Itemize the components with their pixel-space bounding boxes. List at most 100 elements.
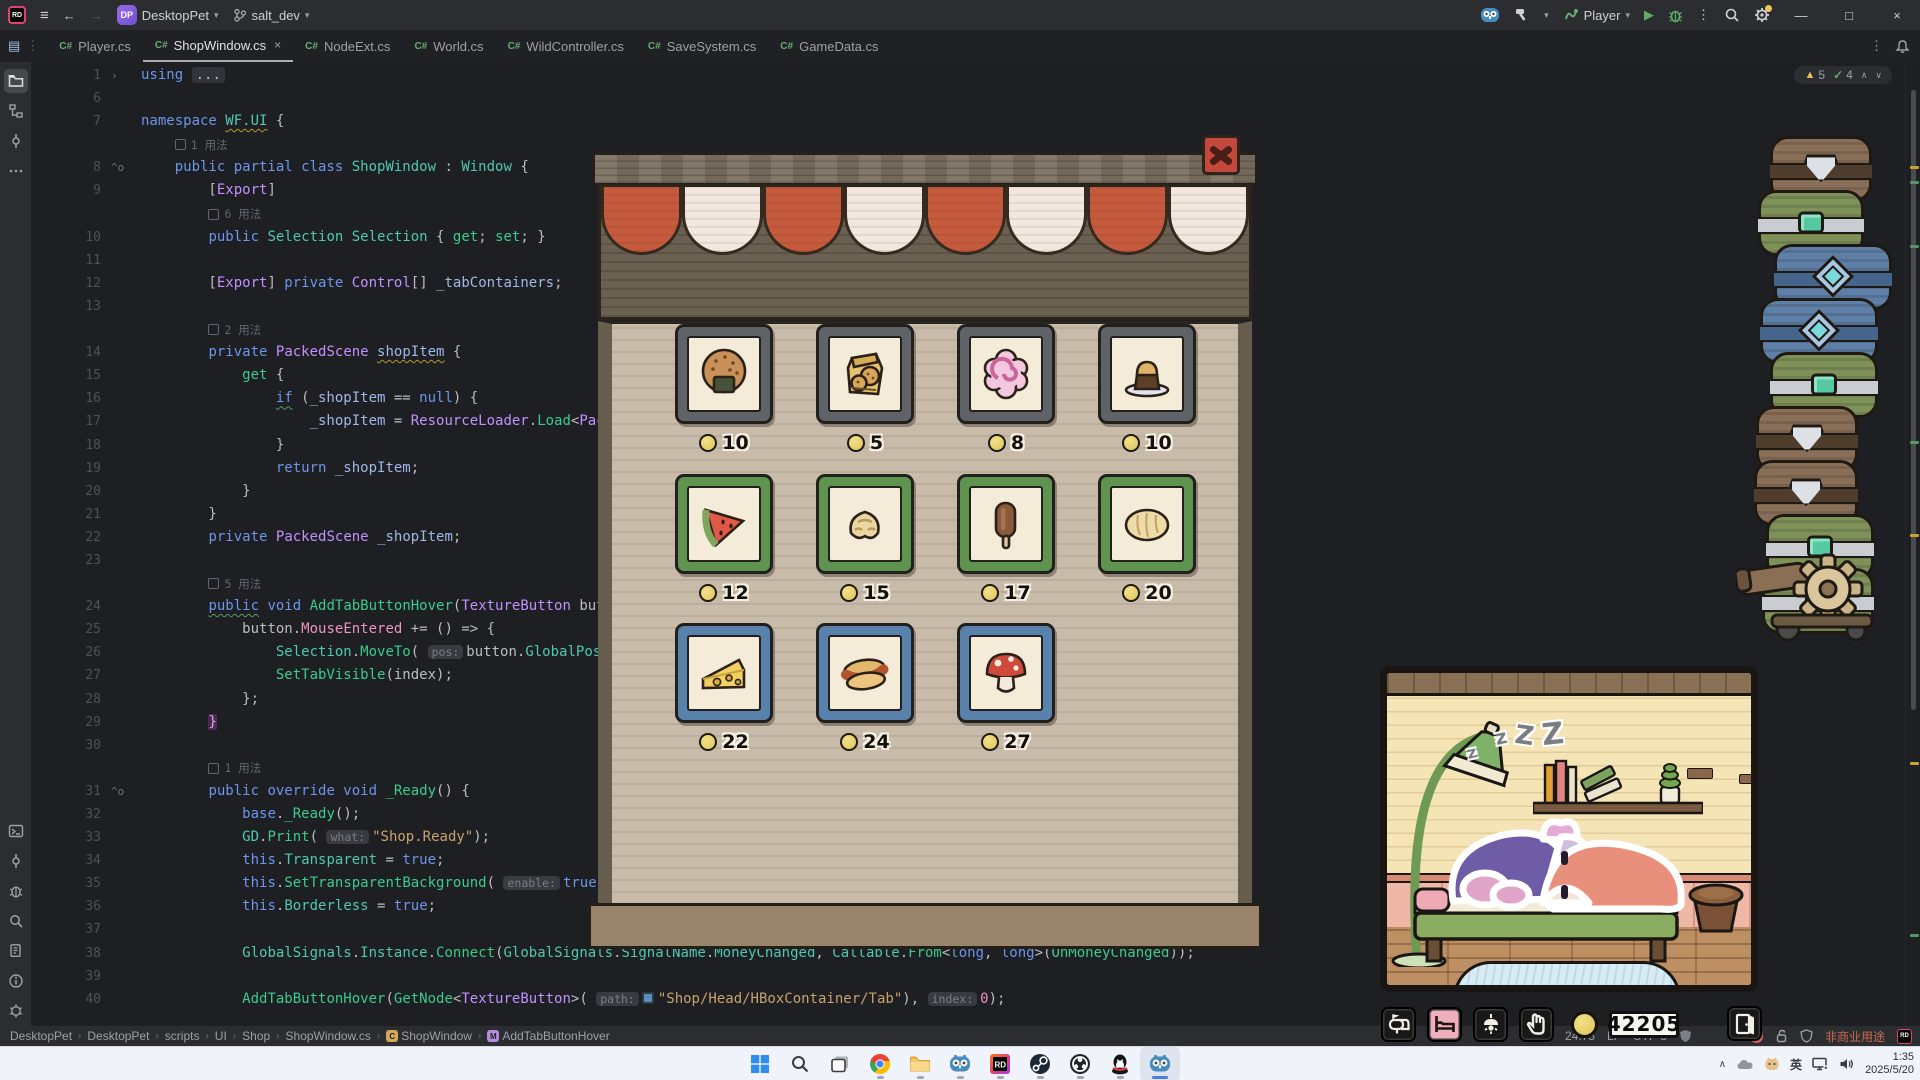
inspection-tick[interactable]: [1910, 762, 1919, 765]
editor-tab-wildcontroller-cs[interactable]: C# WildController.cs: [496, 30, 636, 62]
breadcrumb-item[interactable]: scripts: [165, 1029, 200, 1043]
branch-icon[interactable]: [4, 849, 28, 873]
structure-icon[interactable]: [4, 99, 28, 123]
cloud-icon[interactable]: [1736, 1057, 1754, 1071]
shop-item-mushroom[interactable]: [957, 623, 1055, 723]
close-icon[interactable]: ×: [1880, 0, 1914, 30]
shop-item-pudding[interactable]: [1098, 324, 1196, 424]
license-label[interactable]: 非商业用途: [1825, 1028, 1885, 1045]
breadcrumb-item[interactable]: C ShopWindow: [386, 1029, 472, 1043]
project-selector[interactable]: DP DesktopPet ▾: [116, 5, 219, 25]
commit-icon[interactable]: [4, 129, 28, 153]
editor-tab-shopwindow-cs[interactable]: C# ShopWindow.cs ×: [142, 30, 294, 62]
breadcrumb-item[interactable]: DesktopPet: [10, 1029, 72, 1043]
override-marker-icon[interactable]: ^o: [111, 156, 141, 179]
more-icon[interactable]: ⋮: [1870, 38, 1883, 54]
shop-close-button[interactable]: [1202, 135, 1240, 175]
settings-gear-icon[interactable]: [1754, 5, 1772, 23]
taskbar-game-active-icon[interactable]: [1140, 1047, 1180, 1080]
taskbar-start-icon[interactable]: [740, 1047, 780, 1080]
taskbar-steam-icon[interactable]: [1020, 1047, 1060, 1080]
gear-cannon-device[interactable]: [1736, 545, 1886, 645]
taskbar-obs-icon[interactable]: [1060, 1047, 1100, 1080]
branch-selector[interactable]: salt_dev ▾: [233, 8, 309, 23]
shop-item-candy-swirl[interactable]: [957, 324, 1055, 424]
editor-tab-nodeext-cs[interactable]: C# NodeExt.cs: [293, 30, 402, 62]
fold-chevron-icon[interactable]: ›: [111, 64, 141, 87]
taskbar-chrome-icon[interactable]: [860, 1047, 900, 1080]
inspection-tick[interactable]: [1910, 441, 1919, 444]
editor-tab-world-cs[interactable]: C# World.cs: [402, 30, 495, 62]
unlock-icon[interactable]: [1775, 1029, 1788, 1043]
taskbar-rider-icon[interactable]: RD: [980, 1047, 1020, 1080]
more-icon[interactable]: ⋮: [1697, 7, 1710, 23]
search-icon[interactable]: [4, 909, 28, 933]
breadcrumb[interactable]: DesktopPet › DesktopPet › scripts › UI › Shop › Sh…: [0, 1029, 1539, 1043]
notifications-bell-icon[interactable]: [1895, 39, 1910, 54]
settings-icon[interactable]: [4, 999, 28, 1023]
tab-close-icon[interactable]: ×: [274, 38, 281, 52]
maximize-icon[interactable]: □: [1832, 0, 1866, 30]
godot-engine-icon[interactable]: [1480, 5, 1500, 25]
chevron-down-icon[interactable]: ▾: [1544, 10, 1549, 21]
pet-tray-icon[interactable]: [1764, 1056, 1780, 1072]
inspection-tick[interactable]: [1910, 181, 1919, 184]
run-icon[interactable]: ▶: [1644, 7, 1654, 23]
editor-tab-savesystem-cs[interactable]: C# SaveSystem.cs: [636, 30, 768, 62]
shield-outline-icon[interactable]: [1800, 1029, 1813, 1043]
prev-problem-icon[interactable]: ∧: [1861, 70, 1868, 81]
taskbar-search-icon[interactable]: [780, 1047, 820, 1080]
shop-item-watermelon[interactable]: [675, 474, 773, 574]
inspections-widget[interactable]: ▲ 5 ✓ 4 ∧ ∨: [1794, 66, 1892, 84]
game-toolbar-ceiling-lamp-button[interactable]: [1473, 1006, 1508, 1042]
editor-tab-gamedata-cs[interactable]: C# GameData.cs: [768, 30, 890, 62]
taskbar-explorer-icon[interactable]: [900, 1047, 940, 1080]
shop-item-rice-cracker[interactable]: [675, 324, 773, 424]
breadcrumb-item[interactable]: Shop: [242, 1029, 270, 1043]
breadcrumb-item[interactable]: ShopWindow.cs: [286, 1029, 371, 1043]
shop-item-bread[interactable]: [1098, 474, 1196, 574]
breadcrumb-item[interactable]: DesktopPet: [87, 1029, 149, 1043]
sleeping-pet-on-bed[interactable]: [1393, 793, 1703, 979]
main-menu-icon[interactable]: ≡: [40, 7, 49, 24]
inspection-tick[interactable]: [1910, 166, 1919, 169]
hidden-icons-chevron-icon[interactable]: ∧: [1719, 1059, 1726, 1070]
debug-icon[interactable]: [1668, 8, 1683, 23]
inspection-tick[interactable]: [1910, 245, 1919, 248]
terminal-icon[interactable]: [4, 819, 28, 843]
build-hammer-icon[interactable]: [1514, 7, 1530, 23]
search-icon[interactable]: [1724, 7, 1740, 23]
scrollbar-track[interactable]: [1905, 62, 1920, 1026]
more-icon[interactable]: [4, 159, 28, 183]
files-icon[interactable]: [4, 939, 28, 963]
breadcrumb-item[interactable]: UI: [215, 1029, 227, 1043]
project-tool-window-icon[interactable]: ▤: [8, 38, 20, 54]
override-marker-icon[interactable]: ^o: [111, 780, 141, 803]
taskbar-taskview-icon[interactable]: [820, 1047, 860, 1080]
run-config-selector[interactable]: Player ▾: [1563, 7, 1630, 23]
shop-item-cheese[interactable]: [675, 623, 773, 723]
inspection-tick[interactable]: [1910, 534, 1919, 537]
shop-item-popsicle[interactable]: [957, 474, 1055, 574]
game-toolbar-mailbox-button[interactable]: [1381, 1006, 1416, 1042]
folder-icon[interactable]: [3, 69, 28, 93]
next-problem-icon[interactable]: ∨: [1875, 70, 1882, 81]
taskbar-qq-icon[interactable]: [1100, 1047, 1140, 1080]
speaker-icon[interactable]: [1839, 1057, 1855, 1071]
shop-item-cookie-bag[interactable]: [816, 324, 914, 424]
door-button[interactable]: [1727, 1006, 1762, 1041]
back-arrow-icon[interactable]: ←: [63, 8, 76, 23]
game-toolbar-bed-button[interactable]: [1427, 1006, 1462, 1042]
shop-item-hotdog[interactable]: [816, 623, 914, 723]
info-icon[interactable]: [4, 969, 28, 993]
forward-arrow-icon[interactable]: →: [90, 8, 103, 23]
minimize-icon[interactable]: —: [1784, 0, 1818, 30]
debug-icon[interactable]: [4, 879, 28, 903]
breadcrumb-item[interactable]: M AddTabButtonHover: [487, 1029, 610, 1043]
game-toolbar-hand-button[interactable]: [1519, 1006, 1554, 1042]
shop-item-dumpling[interactable]: [816, 474, 914, 574]
ime-indicator[interactable]: 英: [1790, 1056, 1802, 1073]
inspection-tick[interactable]: [1910, 934, 1919, 937]
taskbar-godot-icon[interactable]: [940, 1047, 980, 1080]
network-icon[interactable]: [1812, 1057, 1829, 1071]
